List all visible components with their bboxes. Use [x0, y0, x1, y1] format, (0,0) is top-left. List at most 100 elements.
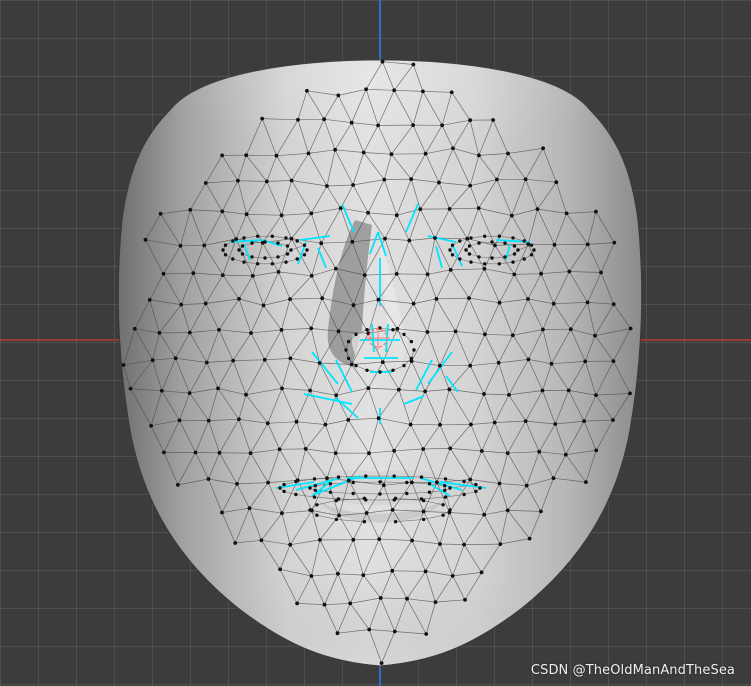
mesh-vertex[interactable]: [527, 536, 532, 541]
mesh-vertex[interactable]: [505, 508, 510, 513]
mesh-vertex[interactable]: [479, 570, 484, 575]
mesh-vertex[interactable]: [313, 488, 317, 492]
mesh-vertex[interactable]: [361, 150, 366, 155]
mesh-vertex[interactable]: [128, 386, 133, 391]
mesh-vertex[interactable]: [611, 302, 616, 307]
mesh-vertex[interactable]: [383, 236, 387, 241]
mesh-vertex[interactable]: [322, 602, 327, 607]
mesh-vertex[interactable]: [503, 241, 507, 245]
mesh-vertex[interactable]: [334, 498, 339, 503]
mesh-vertex[interactable]: [325, 476, 329, 481]
mesh-vertex[interactable]: [510, 333, 515, 338]
mesh-vertex[interactable]: [450, 253, 455, 257]
mesh-vertex[interactable]: [216, 386, 220, 391]
mesh-vertex[interactable]: [568, 327, 573, 332]
mesh-vertex[interactable]: [554, 180, 559, 185]
mesh-vertex[interactable]: [443, 477, 448, 481]
mesh-vertex[interactable]: [248, 451, 253, 455]
mesh-vertex[interactable]: [435, 480, 439, 485]
mesh-vertex[interactable]: [451, 146, 455, 151]
mesh-vertex[interactable]: [334, 517, 339, 522]
mesh-vertex[interactable]: [336, 571, 340, 576]
mesh-vertex[interactable]: [333, 147, 337, 152]
scene-svg[interactable]: [0, 0, 751, 686]
mesh-vertex[interactable]: [303, 447, 308, 451]
mesh-vertex[interactable]: [242, 260, 246, 264]
mesh-vertex[interactable]: [240, 252, 245, 256]
mesh-vertex[interactable]: [318, 538, 322, 542]
mesh-vertex[interactable]: [361, 573, 366, 577]
mesh-vertex[interactable]: [322, 117, 326, 122]
mesh-vertex[interactable]: [280, 386, 284, 391]
mesh-vertex[interactable]: [364, 511, 369, 515]
mesh-vertex[interactable]: [244, 392, 248, 397]
mesh-vertex[interactable]: [594, 448, 599, 453]
mesh-vertex[interactable]: [529, 243, 534, 247]
mesh-vertex[interactable]: [438, 422, 442, 427]
mesh-vertex[interactable]: [462, 492, 466, 497]
mesh-vertex[interactable]: [441, 503, 445, 507]
mesh-vertex[interactable]: [503, 255, 507, 259]
mesh-vertex[interactable]: [247, 506, 252, 511]
mesh-vertex[interactable]: [506, 151, 510, 156]
mesh-vertex[interactable]: [447, 207, 452, 211]
mesh-vertex[interactable]: [482, 266, 487, 271]
mesh-vertex[interactable]: [450, 243, 455, 247]
mesh-vertex[interactable]: [463, 597, 467, 602]
mesh-vertex[interactable]: [449, 90, 454, 95]
mesh-vertex[interactable]: [448, 486, 452, 490]
mesh-vertex[interactable]: [564, 211, 569, 216]
mesh-vertex[interactable]: [278, 486, 282, 490]
mesh-vertex[interactable]: [276, 270, 281, 274]
mesh-vertex[interactable]: [288, 542, 293, 547]
mesh-vertex[interactable]: [599, 270, 603, 275]
mesh-vertex[interactable]: [262, 357, 267, 362]
mesh-vertex[interactable]: [351, 183, 355, 187]
mesh-vertex[interactable]: [346, 356, 351, 361]
mesh-vertex[interactable]: [279, 328, 284, 332]
mesh-vertex[interactable]: [366, 386, 371, 390]
mesh-vertex[interactable]: [474, 482, 478, 487]
mesh-vertex[interactable]: [206, 418, 211, 423]
mesh-vertex[interactable]: [236, 178, 240, 183]
mesh-vertex[interactable]: [334, 393, 339, 398]
mesh-vertex[interactable]: [509, 213, 514, 218]
mesh-vertex[interactable]: [334, 266, 338, 271]
mesh-vertex[interactable]: [179, 302, 184, 307]
mesh-vertex[interactable]: [278, 567, 282, 572]
mesh-vertex[interactable]: [379, 661, 384, 665]
mesh-vertex[interactable]: [295, 257, 299, 261]
mesh-vertex[interactable]: [308, 388, 312, 393]
mesh-vertex[interactable]: [412, 348, 416, 352]
mesh-vertex[interactable]: [391, 328, 395, 332]
mesh-vertex[interactable]: [540, 388, 545, 393]
mesh-vertex[interactable]: [377, 537, 382, 541]
mesh-vertex[interactable]: [584, 480, 588, 484]
mesh-vertex[interactable]: [351, 303, 356, 308]
mesh-vertex[interactable]: [389, 152, 394, 157]
mesh-vertex[interactable]: [523, 177, 528, 182]
mesh-vertex[interactable]: [391, 368, 395, 372]
mesh-vertex[interactable]: [256, 262, 260, 266]
mesh-vertex[interactable]: [628, 326, 633, 331]
mesh-vertex[interactable]: [448, 446, 453, 451]
mesh-vertex[interactable]: [482, 392, 486, 396]
mesh-vertex[interactable]: [309, 574, 314, 578]
mesh-vertex[interactable]: [421, 89, 425, 94]
mesh-vertex[interactable]: [265, 421, 270, 426]
mesh-vertex[interactable]: [221, 248, 225, 252]
mesh-vertex[interactable]: [364, 87, 368, 92]
mesh-vertex[interactable]: [217, 327, 221, 332]
mesh-vertex[interactable]: [237, 248, 241, 252]
mesh-vertex[interactable]: [526, 297, 530, 301]
mesh-vertex[interactable]: [477, 241, 481, 245]
mesh-vertex[interactable]: [433, 600, 438, 604]
mesh-vertex[interactable]: [526, 242, 531, 247]
mesh-vertex[interactable]: [276, 241, 280, 245]
mesh-vertex[interactable]: [231, 358, 236, 363]
mesh-vertex[interactable]: [143, 237, 148, 242]
mesh-vertex[interactable]: [378, 596, 383, 600]
mesh-vertex[interactable]: [490, 256, 494, 260]
mesh-vertex[interactable]: [325, 184, 329, 188]
mesh-vertex[interactable]: [187, 330, 192, 335]
